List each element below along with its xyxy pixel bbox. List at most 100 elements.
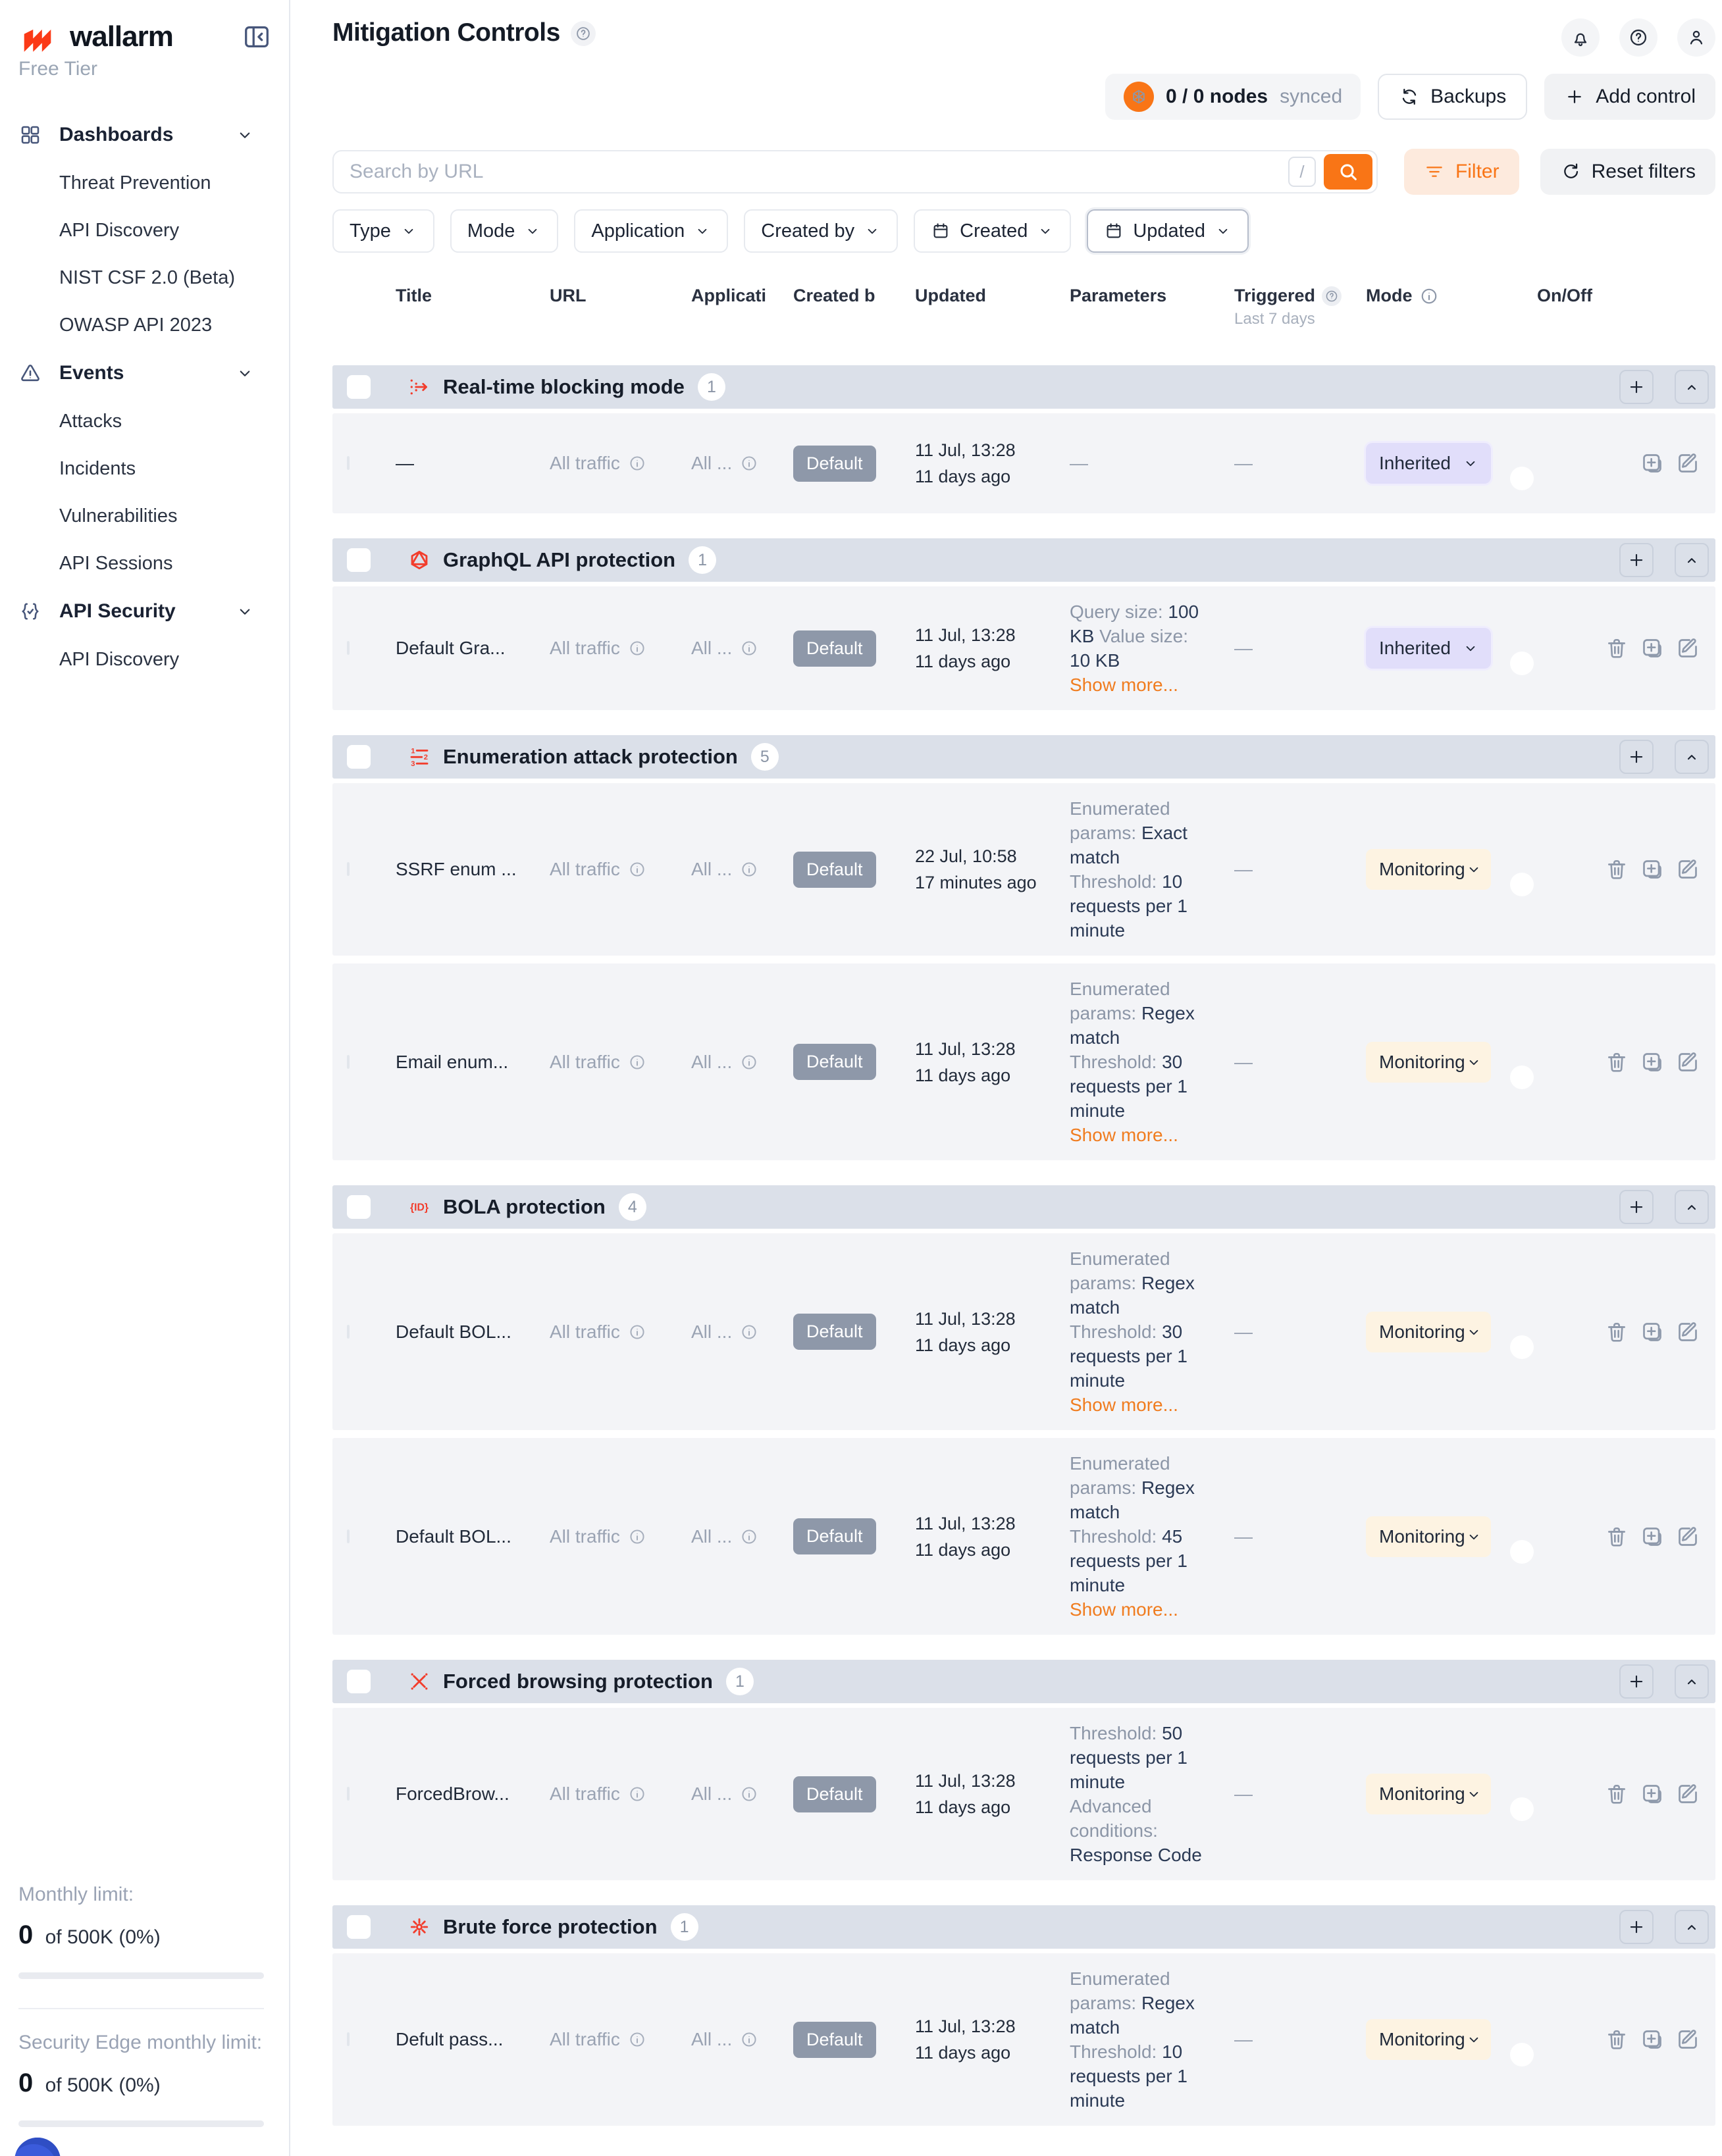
sidebar-item-api-discovery[interactable]: API Discovery [18,636,272,683]
row-checkbox[interactable] [347,641,350,655]
control-group-graphql-api-protection: GraphQL API protection 1 Default Gra... … [332,538,1715,710]
group-add-button[interactable] [1619,1190,1654,1224]
duplicate-button[interactable] [1639,635,1665,661]
account-button[interactable] [1677,18,1715,57]
duplicate-button[interactable] [1639,1781,1665,1807]
duplicate-button[interactable] [1639,856,1665,883]
edit-button[interactable] [1675,2026,1701,2053]
filter-button[interactable]: Filter [1404,149,1519,195]
sidebar-item-attacks[interactable]: Attacks [18,398,272,445]
mode-select[interactable]: Monitoring [1366,849,1491,890]
edit-button[interactable] [1675,1781,1701,1807]
sidebar-item-owasp-api-2023[interactable]: OWASP API 2023 [18,301,272,349]
sidebar-item-api-sessions[interactable]: API Sessions [18,540,272,587]
mode-select[interactable]: Monitoring [1366,1312,1491,1352]
tier-label: Free Tier [18,58,272,80]
nodes-synced-chip[interactable]: 0 / 0 nodes synced [1105,74,1361,120]
row-checkbox[interactable] [347,862,350,876]
duplicate-button[interactable] [1639,2026,1665,2053]
show-more-link[interactable]: Show more... [1070,1393,1178,1417]
filter-chip-created-by[interactable]: Created by [744,209,898,253]
duplicate-button[interactable] [1639,450,1665,476]
group-checkbox[interactable] [347,745,371,769]
group-add-button[interactable] [1619,543,1654,577]
group-add-button[interactable] [1619,740,1654,774]
backups-button[interactable]: Backups [1378,74,1527,120]
delete-button[interactable] [1604,1781,1630,1807]
delete-button[interactable] [1604,1319,1630,1345]
sidebar-item-incidents[interactable]: Incidents [18,445,272,492]
delete-button[interactable] [1604,1049,1630,1075]
sidebar-item-nist-csf-2-0-beta-[interactable]: NIST CSF 2.0 (Beta) [18,254,272,301]
notifications-button[interactable] [1561,18,1600,57]
filter-icon [1424,161,1445,182]
triggered-help-icon[interactable] [1322,286,1342,306]
row-checkbox[interactable] [347,1529,350,1543]
row-checkbox[interactable] [347,1787,350,1801]
filter-chip-updated[interactable]: Updated [1087,209,1249,253]
group-add-button[interactable] [1619,1910,1654,1944]
duplicate-button[interactable] [1639,1049,1665,1075]
row-checkbox[interactable] [347,456,350,470]
edit-button[interactable] [1675,1049,1701,1075]
sidebar-item-threat-prevention[interactable]: Threat Prevention [18,159,272,207]
show-more-link[interactable]: Show more... [1070,1597,1178,1622]
group-collapse-button[interactable] [1675,1910,1709,1944]
filter-chip-mode[interactable]: Mode [450,209,559,253]
group-checkbox[interactable] [347,1195,371,1219]
page-help-icon[interactable] [571,21,596,46]
filter-chip-type[interactable]: Type [332,209,434,253]
group-collapse-button[interactable] [1675,1664,1709,1699]
edit-button[interactable] [1675,450,1701,476]
mode-select[interactable]: Monitoring [1366,1774,1491,1814]
group-collapse-button[interactable] [1675,740,1709,774]
duplicate-button[interactable] [1639,1524,1665,1550]
search-button[interactable] [1324,154,1372,190]
filter-chips-row: Type Mode Application Created by Created… [332,209,1715,253]
group-collapse-button[interactable] [1675,370,1709,404]
delete-button[interactable] [1604,856,1630,883]
help-button[interactable] [1619,18,1657,57]
group-add-button[interactable] [1619,370,1654,404]
row-checkbox[interactable] [347,2032,350,2046]
sidebar-section-api-security[interactable]: API Security [18,587,272,636]
group-checkbox[interactable] [347,548,371,572]
mode-select[interactable]: Inherited [1366,628,1491,669]
group-checkbox[interactable] [347,1915,371,1939]
filter-chip-application[interactable]: Application [574,209,728,253]
delete-button[interactable] [1604,635,1630,661]
delete-button[interactable] [1604,2026,1630,2053]
sidebar-item-vulnerabilities[interactable]: Vulnerabilities [18,492,272,540]
row-checkbox[interactable] [347,1325,350,1339]
control-row: Defult pass... All traffic All ... Defau… [332,1953,1715,2126]
reset-filters-button[interactable]: Reset filters [1540,149,1715,195]
filter-chip-created[interactable]: Created [914,209,1071,253]
group-collapse-button[interactable] [1675,1190,1709,1224]
duplicate-button[interactable] [1639,1319,1665,1345]
group-collapse-button[interactable] [1675,543,1709,577]
sidebar-nav: Dashboards Threat PreventionAPI Discover… [18,111,272,683]
mode-select[interactable]: Monitoring [1366,1516,1491,1557]
sidebar-section-dashboards[interactable]: Dashboards [18,111,272,159]
sidebar-section-events[interactable]: Events [18,349,272,398]
row-triggered: — [1234,859,1346,880]
group-checkbox[interactable] [347,375,371,399]
show-more-link[interactable]: Show more... [1070,1123,1178,1147]
add-control-button[interactable]: Add control [1544,74,1715,120]
row-checkbox[interactable] [347,1055,350,1069]
mode-select[interactable]: Monitoring [1366,1042,1491,1083]
edit-button[interactable] [1675,635,1701,661]
delete-button[interactable] [1604,1524,1630,1550]
row-created-by: Default [793,1776,889,1812]
group-add-button[interactable] [1619,1664,1654,1699]
sidebar-item-api-discovery[interactable]: API Discovery [18,207,272,254]
group-checkbox[interactable] [347,1670,371,1693]
search-input[interactable] [350,161,1288,183]
edit-button[interactable] [1675,1319,1701,1345]
edit-button[interactable] [1675,1524,1701,1550]
mode-select[interactable]: Monitoring [1366,2019,1491,2060]
show-more-link[interactable]: Show more... [1070,673,1178,697]
edit-button[interactable] [1675,856,1701,883]
sidebar-collapse-button[interactable] [242,22,272,52]
mode-select[interactable]: Inherited [1366,443,1491,484]
